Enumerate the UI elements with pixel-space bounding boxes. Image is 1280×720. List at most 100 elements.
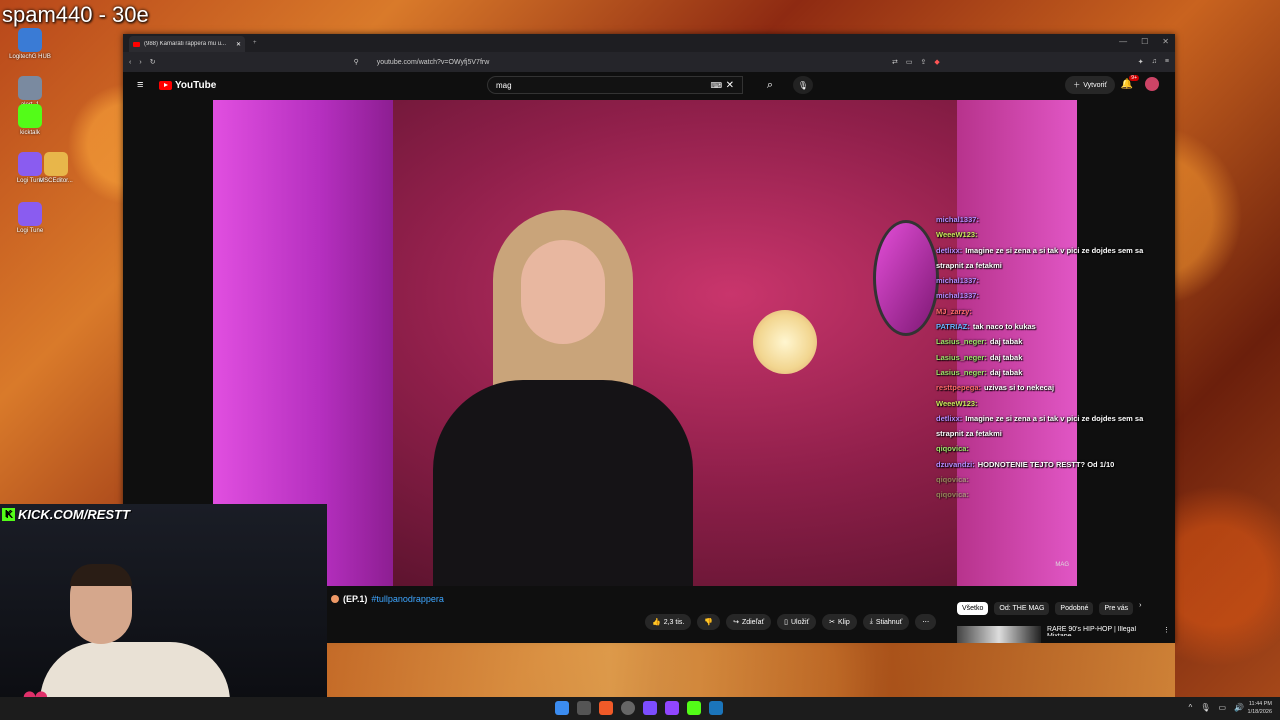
back-icon[interactable]: ‹ — [129, 59, 131, 66]
steam-icon[interactable] — [709, 701, 723, 715]
chat-username: qiqovica: — [936, 444, 969, 454]
reload-icon[interactable]: ↻ — [150, 58, 156, 66]
task-view-icon[interactable] — [577, 701, 591, 715]
discord-icon[interactable] — [643, 701, 657, 715]
hamburger-icon[interactable]: ≡ — [137, 79, 143, 91]
mic-icon[interactable]: 🎙 — [793, 76, 813, 94]
plus-icon: ＋ — [1073, 82, 1081, 89]
chat-message: MJ_zarzy: — [936, 304, 1166, 319]
app-icon — [18, 202, 42, 226]
video-title: (EP.1) #tullpanodrappera — [331, 594, 444, 604]
clock[interactable]: 11:44 PM 1/18/2026 — [1248, 700, 1272, 716]
desktop-icon[interactable]: MSCEditor... — [32, 152, 80, 184]
video-title-prefix: (EP.1) — [343, 594, 368, 604]
related-title[interactable]: RARE 90's HIP-HOP | Illegal Mixtape — [1047, 626, 1157, 636]
chat-username: Lasius_neger: — [936, 337, 987, 347]
chip-for-you[interactable]: Pre vás — [1099, 602, 1134, 615]
tab-title: (988) Kamaráti rappera mu u... — [144, 41, 227, 47]
logo-text: YouTube — [175, 79, 217, 91]
chat-username: detlixx: — [936, 413, 963, 423]
chat-message: qiqovica: — [936, 472, 1166, 487]
video-hashtag[interactable]: #tullpanodrappera — [371, 594, 444, 604]
window-close-icon[interactable]: ✕ — [1162, 37, 1169, 46]
chat-username: qiqovica: — [936, 475, 969, 485]
youtube-header: ≡ YouTube mag ⌨ ✕ ⌕ 🎙 ＋ Vytvoriť 🔔 9+ — [123, 72, 1175, 98]
like-button[interactable]: 👍 2,3 tis. — [645, 614, 692, 630]
desktop-icon[interactable]: LogitechG HUB — [6, 28, 54, 60]
taskbar-apps — [555, 701, 723, 715]
clear-search-icon[interactable]: ✕ — [726, 80, 734, 91]
chat-message: PATRIAZ: tak naco to kukas — [936, 319, 1166, 334]
search-input[interactable]: mag ⌨ ✕ — [487, 76, 743, 94]
youtube-logo[interactable]: YouTube — [159, 80, 216, 91]
save-button[interactable]: ▯ Uložiť — [777, 614, 817, 630]
forward-icon[interactable]: › — [139, 59, 141, 66]
extensions-icon[interactable]: ✦ — [1138, 58, 1144, 66]
share-page-icon[interactable]: ⇪ — [921, 58, 927, 66]
chat-message: Lasius_neger: daj tabak — [936, 334, 1166, 349]
settings-icon[interactable] — [621, 701, 635, 715]
app-icon — [18, 104, 42, 128]
share-label: Zdieľať — [741, 618, 765, 626]
clock-time: 11:44 PM — [1248, 701, 1272, 707]
chat-username: resttpepega: — [936, 383, 982, 393]
network-icon[interactable]: ▭ — [1218, 703, 1226, 712]
chat-username: qiqovica: — [936, 490, 969, 500]
create-button[interactable]: ＋ Vytvoriť — [1065, 76, 1115, 94]
avatar[interactable] — [1145, 77, 1159, 91]
brave-shield-icon[interactable]: ◆ — [934, 58, 939, 66]
translate-icon[interactable]: ⇄ — [892, 58, 898, 66]
browser-tab[interactable]: (988) Kamaráti rappera mu u... ✕ — [129, 36, 245, 52]
menu-icon[interactable]: ≡ — [1165, 58, 1169, 66]
chat-text: uzivas si to nekecaj — [984, 383, 1055, 393]
chat-username: michal1337: — [936, 276, 979, 286]
chip-all[interactable]: Všetko — [957, 602, 989, 615]
share-button[interactable]: ↪ Zdieľať — [726, 614, 772, 630]
music-icon[interactable]: ♫ — [1152, 58, 1157, 66]
like-count: 2,3 tis. — [663, 618, 685, 626]
dislike-button[interactable]: 👎 — [697, 614, 721, 630]
chat-username: michal1337: — [936, 215, 979, 224]
related-thumbnail[interactable] — [957, 626, 1041, 643]
more-vert-icon[interactable]: ⋮ — [1163, 626, 1170, 643]
stream-overlay-title: spam440 - 30e — [2, 2, 149, 27]
chat-username: detlixx: — [936, 245, 963, 255]
search-value: mag — [496, 80, 512, 90]
chat-text: Imagine ze si zena a si tak v pici ze do… — [936, 245, 1144, 270]
url-field[interactable]: youtube.com/watch?v=OWyfj5V7frw — [377, 59, 884, 66]
recommendation-chips: Všetko Od: THE MAG Podobné Pre vás › — [957, 602, 1142, 615]
related-video[interactable]: RARE 90's HIP-HOP | Illegal Mixtape ⋮ — [957, 626, 1170, 643]
twitch-icon[interactable] — [665, 701, 679, 715]
mic-tray-icon[interactable]: 🎙 — [1200, 703, 1210, 712]
chip-related[interactable]: Podobné — [1055, 602, 1094, 615]
volume-icon[interactable]: 🔊 — [1234, 703, 1244, 712]
kick-brand: K KICK.COM/RESTT — [2, 507, 130, 522]
start-icon[interactable] — [555, 701, 569, 715]
minimize-icon[interactable]: — — [1119, 37, 1127, 46]
chat-message: resttpepega: uzivas si to nekecaj — [936, 380, 1166, 395]
clip-button[interactable]: ✂ Klip — [822, 614, 857, 630]
create-label: Vytvoriť — [1083, 81, 1107, 89]
emoji-icon — [331, 595, 339, 603]
chat-text: tak naco to kukas — [972, 322, 1036, 332]
search-icon[interactable]: ⌕ — [757, 76, 783, 94]
youtube-favicon-icon — [133, 41, 140, 47]
brave-icon[interactable] — [599, 701, 613, 715]
bookmark-icon[interactable]: ⚲ — [354, 58, 359, 66]
cast-icon[interactable]: ▭ — [906, 58, 913, 66]
new-tab-icon[interactable]: + — [253, 40, 257, 46]
kick-icon[interactable] — [687, 701, 701, 715]
desktop-icon[interactable]: kicktalk — [6, 104, 54, 136]
tab-close-icon[interactable]: ✕ — [236, 41, 241, 48]
chevron-right-icon[interactable]: › — [1139, 602, 1141, 615]
desktop-icon[interactable]: Logi Tune — [6, 202, 54, 234]
download-button[interactable]: ⤓ Stiahnuť — [862, 614, 910, 630]
keyboard-icon[interactable]: ⌨ — [710, 81, 722, 90]
kick-brand-label: KICK.COM/RESTT — [18, 507, 130, 522]
chevron-up-icon[interactable]: ^ — [1189, 703, 1193, 712]
chat-message: michal1337: — [936, 212, 1166, 227]
more-actions-button[interactable]: ⋯ — [915, 614, 937, 630]
chip-from-channel[interactable]: Od: THE MAG — [994, 602, 1050, 615]
maximize-icon[interactable]: ☐ — [1141, 37, 1148, 46]
app-icon — [18, 28, 42, 52]
